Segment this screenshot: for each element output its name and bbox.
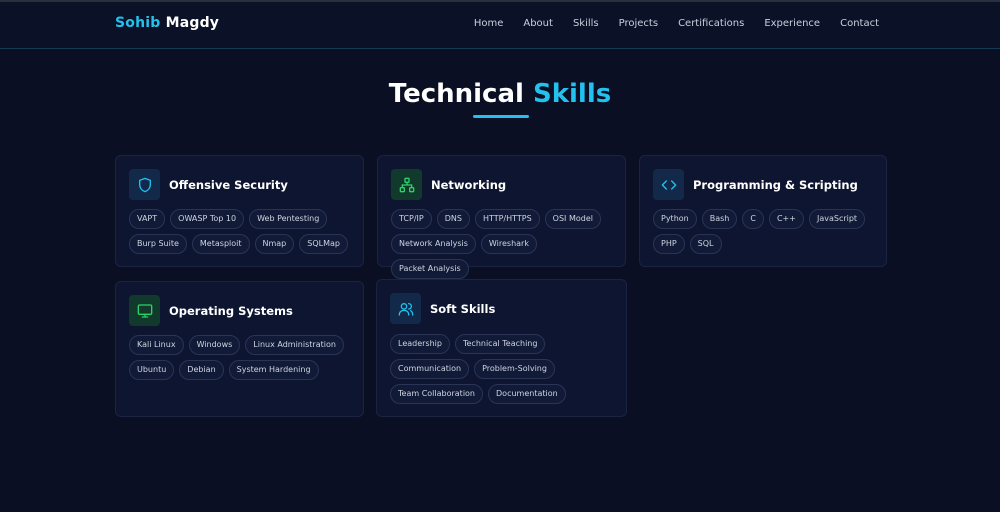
skill-tag: Ubuntu [129,360,175,380]
nav-certifications[interactable]: Certifications [678,18,744,29]
skill-tag: Network Analysis [391,234,476,254]
tag-list: TCP/IP DNS HTTP/HTTPS OSI Model Network … [391,209,615,279]
brand-logo[interactable]: Sohib Magdy [115,15,219,31]
skill-tag: Communication [390,359,470,379]
skill-tag: Wireshark [480,234,537,254]
skill-tag: JavaScript [808,209,866,229]
skill-tag: OWASP Top 10 [170,209,245,229]
brand-last-name: Magdy [165,15,220,31]
card-title: Offensive Security [169,177,288,192]
nav-about[interactable]: About [523,18,553,29]
skill-tag: VAPT [129,209,166,229]
network-icon [391,169,422,200]
skill-tag: Metasploit [191,234,250,254]
skill-card-networking: Networking TCP/IP DNS HTTP/HTTPS OSI Mod… [377,155,626,279]
skill-tag: TCP/IP [391,209,432,229]
skill-tag: Debian [179,360,224,380]
code-icon [653,169,684,200]
card-title: Operating Systems [169,303,293,318]
tag-list: Python Bash C C++ JavaScript PHP SQL [653,209,876,254]
skill-tag: Technical Teaching [454,334,546,354]
tag-list: Leadership Technical Teaching Communicat… [390,334,616,404]
skill-tag: Team Collaboration [390,384,484,404]
shield-icon [129,169,160,200]
skill-tag: Burp Suite [129,234,187,254]
skill-tag: PHP [653,234,685,254]
skill-tag: Web Pentesting [249,209,328,229]
nav-skills[interactable]: Skills [573,18,599,29]
section-title-main: Technical [388,79,524,109]
skill-tag: OSI Model [544,209,601,229]
skill-tag: Bash [701,209,738,229]
navbar: Sohib Magdy Home About Skills Projects C… [0,2,1000,49]
skill-card-programming: Programming & Scripting Python Bash C C+… [639,155,887,267]
skill-tag: C [742,209,764,229]
users-icon [390,293,421,324]
skill-tag: DNS [436,209,470,229]
skill-tag: Linux Administration [245,335,344,355]
skill-card-operating-systems: Operating Systems Kali Linux Windows Lin… [115,281,364,417]
skill-tag: Problem-Solving [474,359,555,379]
skill-tag: Kali Linux [129,335,184,355]
skill-tag: SQLMap [299,234,348,254]
section-title: Technical Skills [0,79,1000,109]
skill-tag: Leadership [390,334,450,354]
skill-tag: HTTP/HTTPS [474,209,540,229]
nav-links: Home About Skills Projects Certification… [454,18,879,29]
card-title: Networking [431,177,507,192]
nav-experience[interactable]: Experience [764,18,820,29]
skill-tag: SQL [689,234,722,254]
skill-tag: Documentation [488,384,566,404]
skill-tag: System Hardening [228,360,319,380]
skill-tag: Packet Analysis [391,259,469,279]
nav-home[interactable]: Home [474,18,504,29]
skill-card-soft-skills: Soft Skills Leadership Technical Teachin… [376,279,627,417]
brand-first-name: Sohib [115,15,161,31]
title-underline [473,115,529,118]
card-title: Programming & Scripting [693,177,858,192]
monitor-icon [129,295,160,326]
nav-projects[interactable]: Projects [619,18,658,29]
skill-tag: C++ [768,209,804,229]
tag-list: VAPT OWASP Top 10 Web Pentesting Burp Su… [129,209,353,254]
tag-list: Kali Linux Windows Linux Administration … [129,335,353,380]
nav-contact[interactable]: Contact [840,18,879,29]
card-title: Soft Skills [430,301,496,316]
skill-tag: Windows [188,335,241,355]
skill-tag: Nmap [254,234,295,254]
skill-tag: Python [653,209,697,229]
skill-card-offensive-security: Offensive Security VAPT OWASP Top 10 Web… [115,155,364,267]
section-title-accent: Skills [532,79,612,109]
